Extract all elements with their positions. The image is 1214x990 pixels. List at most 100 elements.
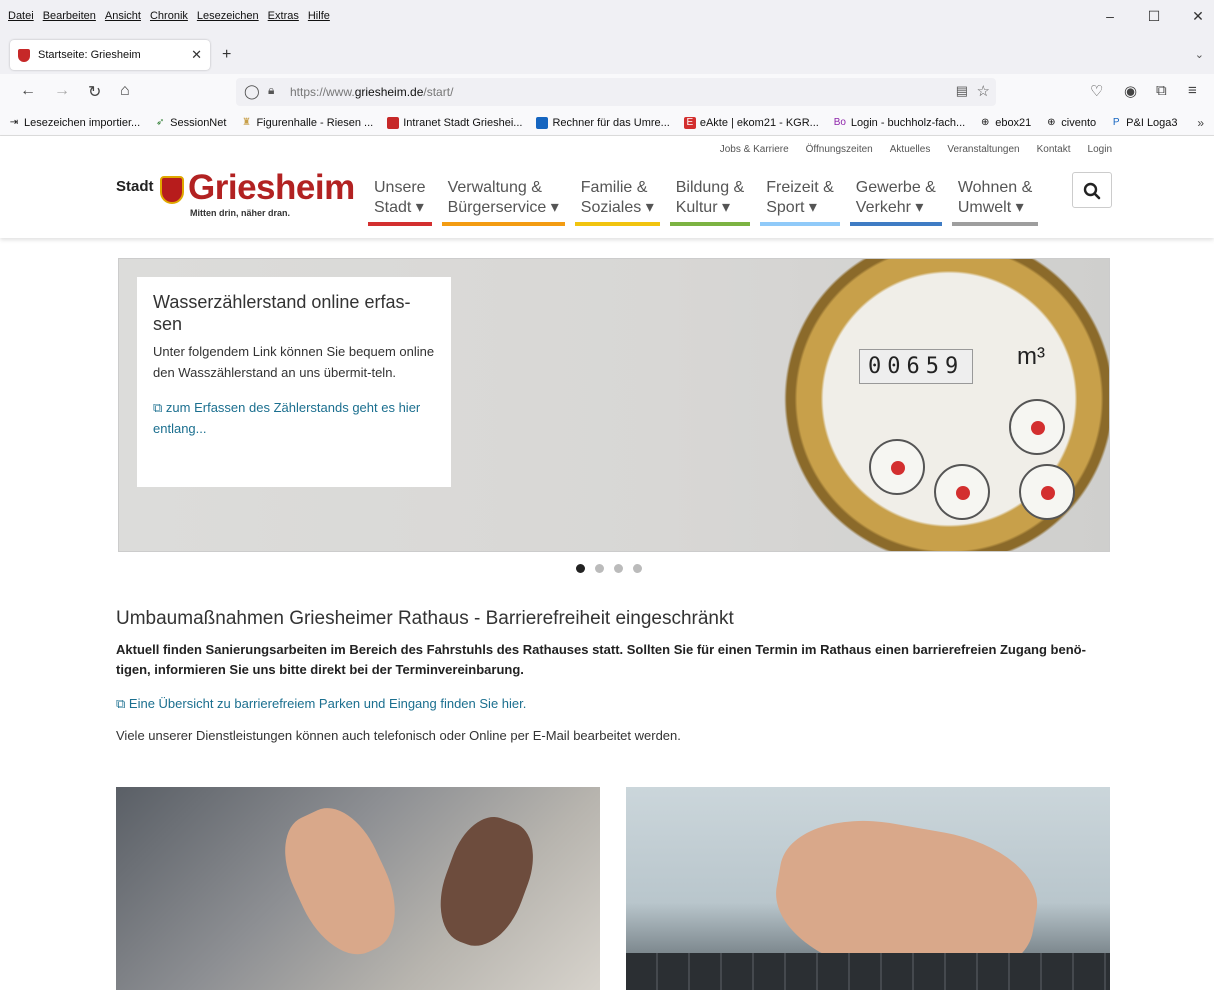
hero-slider[interactable]: 00659 m³ Wasserzählerstand online erfas-… — [118, 258, 1110, 552]
link-kontakt[interactable]: Kontakt — [1037, 144, 1071, 155]
menu-bearbeiten[interactable]: Bearbeiten — [43, 10, 96, 22]
accessibility-link[interactable]: ⧉ Eine Übersicht zu barrierefreiem Parke… — [116, 696, 1106, 712]
account-icon[interactable]: ◉ — [1124, 82, 1137, 100]
bookmark-item[interactable]: EeAkte | ekom21 - KGR... — [683, 116, 819, 129]
url-bar[interactable]: ◯ 🔒︎ https://www.griesheim.de/start/ ▤ ☆ — [236, 78, 996, 106]
more-bookmarks-icon[interactable]: » — [1197, 116, 1204, 130]
link-oeffnungszeiten[interactable]: Öffnungszeiten — [806, 144, 873, 155]
lock-icon[interactable]: 🔒︎ — [268, 83, 274, 98]
back-icon[interactable]: ← — [20, 82, 36, 100]
hand-shape — [426, 807, 546, 957]
nav-wohnen[interactable]: Wohnen & Umwelt ▾ — [951, 178, 1039, 226]
meter-dial-icon — [869, 439, 925, 495]
link-login[interactable]: Login — [1088, 144, 1112, 155]
slider-dot[interactable] — [595, 564, 604, 573]
url-text: https://www.griesheim.de/start/ — [290, 85, 454, 99]
tab-list-icon[interactable]: ⌄ — [1195, 48, 1204, 61]
menu-extras[interactable]: Extras — [268, 10, 299, 22]
tracking-shield-icon[interactable]: ◯ — [244, 83, 260, 100]
loga-icon: P — [1112, 116, 1120, 128]
nav-freizeit[interactable]: Freizeit & Sport ▾ — [760, 178, 840, 226]
phone-users-image[interactable] — [116, 787, 600, 990]
water-meter-image: 00659 m³ — [759, 259, 1109, 551]
link-veranstaltungen[interactable]: Veranstaltungen — [947, 144, 1019, 155]
slider-dots — [576, 564, 642, 573]
meter-dial-icon — [934, 464, 990, 520]
logo-name: Griesheim — [188, 168, 355, 207]
crest-icon — [387, 116, 400, 129]
menu-hilfe[interactable]: Hilfe — [308, 10, 330, 22]
bookmark-item[interactable]: ➶ SessionNet — [154, 117, 226, 129]
maximize-icon[interactable]: ☐ — [1146, 8, 1162, 25]
link-jobs[interactable]: Jobs & Karriere — [720, 144, 789, 155]
bookmark-item[interactable]: Rechner für das Umre... — [536, 116, 670, 129]
bookmark-item[interactable]: ⊕ ebox21 — [979, 117, 1031, 129]
search-button[interactable] — [1072, 172, 1112, 208]
calculator-icon — [536, 116, 549, 129]
tab-title: Startseite: Griesheim — [38, 49, 141, 61]
slide-title: Wasserzählerstand online erfas-sen — [153, 292, 411, 334]
nav-familie[interactable]: Familie & Soziales ▾ — [574, 178, 660, 226]
menu-lesezeichen[interactable]: Lesezeichen — [197, 10, 259, 22]
nav-bildung[interactable]: Bildung & Kultur ▾ — [669, 178, 751, 226]
extensions-icon[interactable]: ⧉ — [1156, 82, 1167, 99]
browser-tab[interactable]: Startseite: Griesheim ✕ — [10, 40, 210, 70]
menu-hamburger-icon[interactable]: ≡ — [1188, 82, 1197, 99]
pocket-icon[interactable]: ♡ — [1090, 82, 1103, 100]
slide-link[interactable]: ⧉ zum Erfassen des Zählerstands geht es … — [153, 400, 420, 436]
laptop-typing-image[interactable] — [626, 787, 1110, 990]
crest-icon — [160, 176, 184, 204]
search-icon — [1083, 183, 1101, 200]
slider-dot[interactable] — [614, 564, 623, 573]
close-tab-icon[interactable]: ✕ — [191, 47, 202, 63]
menu-bar: Datei Bearbeiten Ansicht Chronik Lesezei… — [0, 0, 1214, 36]
navigation-toolbar: ← → ↻ ⌂ ◯ 🔒︎ https://www.griesheim.de/st… — [0, 74, 1214, 110]
hand-shape — [268, 795, 414, 969]
bookmark-star-icon[interactable]: ☆ — [977, 82, 990, 100]
import-icon: ⇥ — [9, 116, 19, 128]
slider-dot[interactable] — [576, 564, 585, 573]
bookmark-item[interactable]: ♜ Figurenhalle - Riesen ... — [240, 117, 373, 129]
new-tab-icon[interactable]: + — [222, 46, 231, 64]
bookmark-item[interactable]: P P&I Loga3 — [1110, 116, 1178, 129]
bookmark-item[interactable]: Bo Login - buchholz-fach... — [833, 117, 965, 129]
link-aktuelles[interactable]: Aktuelles — [890, 144, 931, 155]
crest-favicon-icon — [18, 48, 30, 62]
notice-lead: Aktuell finden Sanierungsarbeiten im Ber… — [116, 642, 1086, 677]
nav-gewerbe[interactable]: Gewerbe & Verkehr ▾ — [849, 178, 942, 226]
main-navigation: Unsere Stadt ▾ Verwaltung & Bürgerservice … — [368, 178, 1039, 226]
figure-icon: ♜ — [241, 116, 251, 128]
main-content: Umbaumaßnahmen Griesheimer Rathaus - Bar… — [116, 608, 1106, 743]
bo-icon: Bo — [833, 116, 846, 128]
menu-ansicht[interactable]: Ansicht — [105, 10, 141, 22]
globe-icon: ⊕ — [1047, 116, 1056, 128]
notice-text: Viele unserer Dienstleistungen können au… — [116, 728, 681, 743]
meter-unit: m³ — [1017, 343, 1045, 370]
tab-bar: Startseite: Griesheim ✕ + ⌄ — [0, 36, 1214, 74]
bookmark-item[interactable]: ⊕ civento — [1045, 117, 1096, 129]
window-controls: – ☐ ✕ — [1102, 8, 1206, 25]
nav-verwaltung[interactable]: Verwaltung & Bürgerservice ▾ — [441, 178, 565, 226]
forward-icon[interactable]: → — [54, 82, 70, 100]
close-window-icon[interactable]: ✕ — [1190, 8, 1206, 25]
meter-dial-icon — [1009, 399, 1065, 455]
slider-dot[interactable] — [633, 564, 642, 573]
reload-icon[interactable]: ↻ — [88, 82, 101, 102]
sessionnet-icon: ➶ — [155, 116, 165, 128]
slide-text: Unter folgendem Link können Sie bequem o… — [153, 344, 435, 380]
reader-view-icon[interactable]: ▤ — [956, 83, 968, 99]
slide-caption: Wasserzählerstand online erfas-sen Unter… — [137, 277, 451, 487]
nav-unsere-stadt[interactable]: Unsere Stadt ▾ — [368, 178, 432, 226]
globe-icon: ⊕ — [981, 116, 990, 128]
logo-stadt: Stadt — [116, 178, 154, 195]
external-link-icon: ⧉ — [116, 696, 129, 711]
bookmark-item[interactable]: Intranet Stadt Grieshei... — [387, 116, 522, 129]
bookmark-item[interactable]: ⇥ Lesezeichen importier... — [8, 117, 140, 129]
menu-datei[interactable]: Datei — [8, 10, 34, 22]
meter-dial-icon — [1019, 464, 1075, 520]
site-header: Jobs & Karriere Öffnungszeiten Aktuelles… — [0, 136, 1214, 238]
home-icon[interactable]: ⌂ — [120, 82, 130, 100]
minimize-icon[interactable]: – — [1102, 8, 1118, 25]
menu-items: Datei Bearbeiten Ansicht Chronik Lesezei… — [8, 10, 330, 22]
menu-chronik[interactable]: Chronik — [150, 10, 188, 22]
